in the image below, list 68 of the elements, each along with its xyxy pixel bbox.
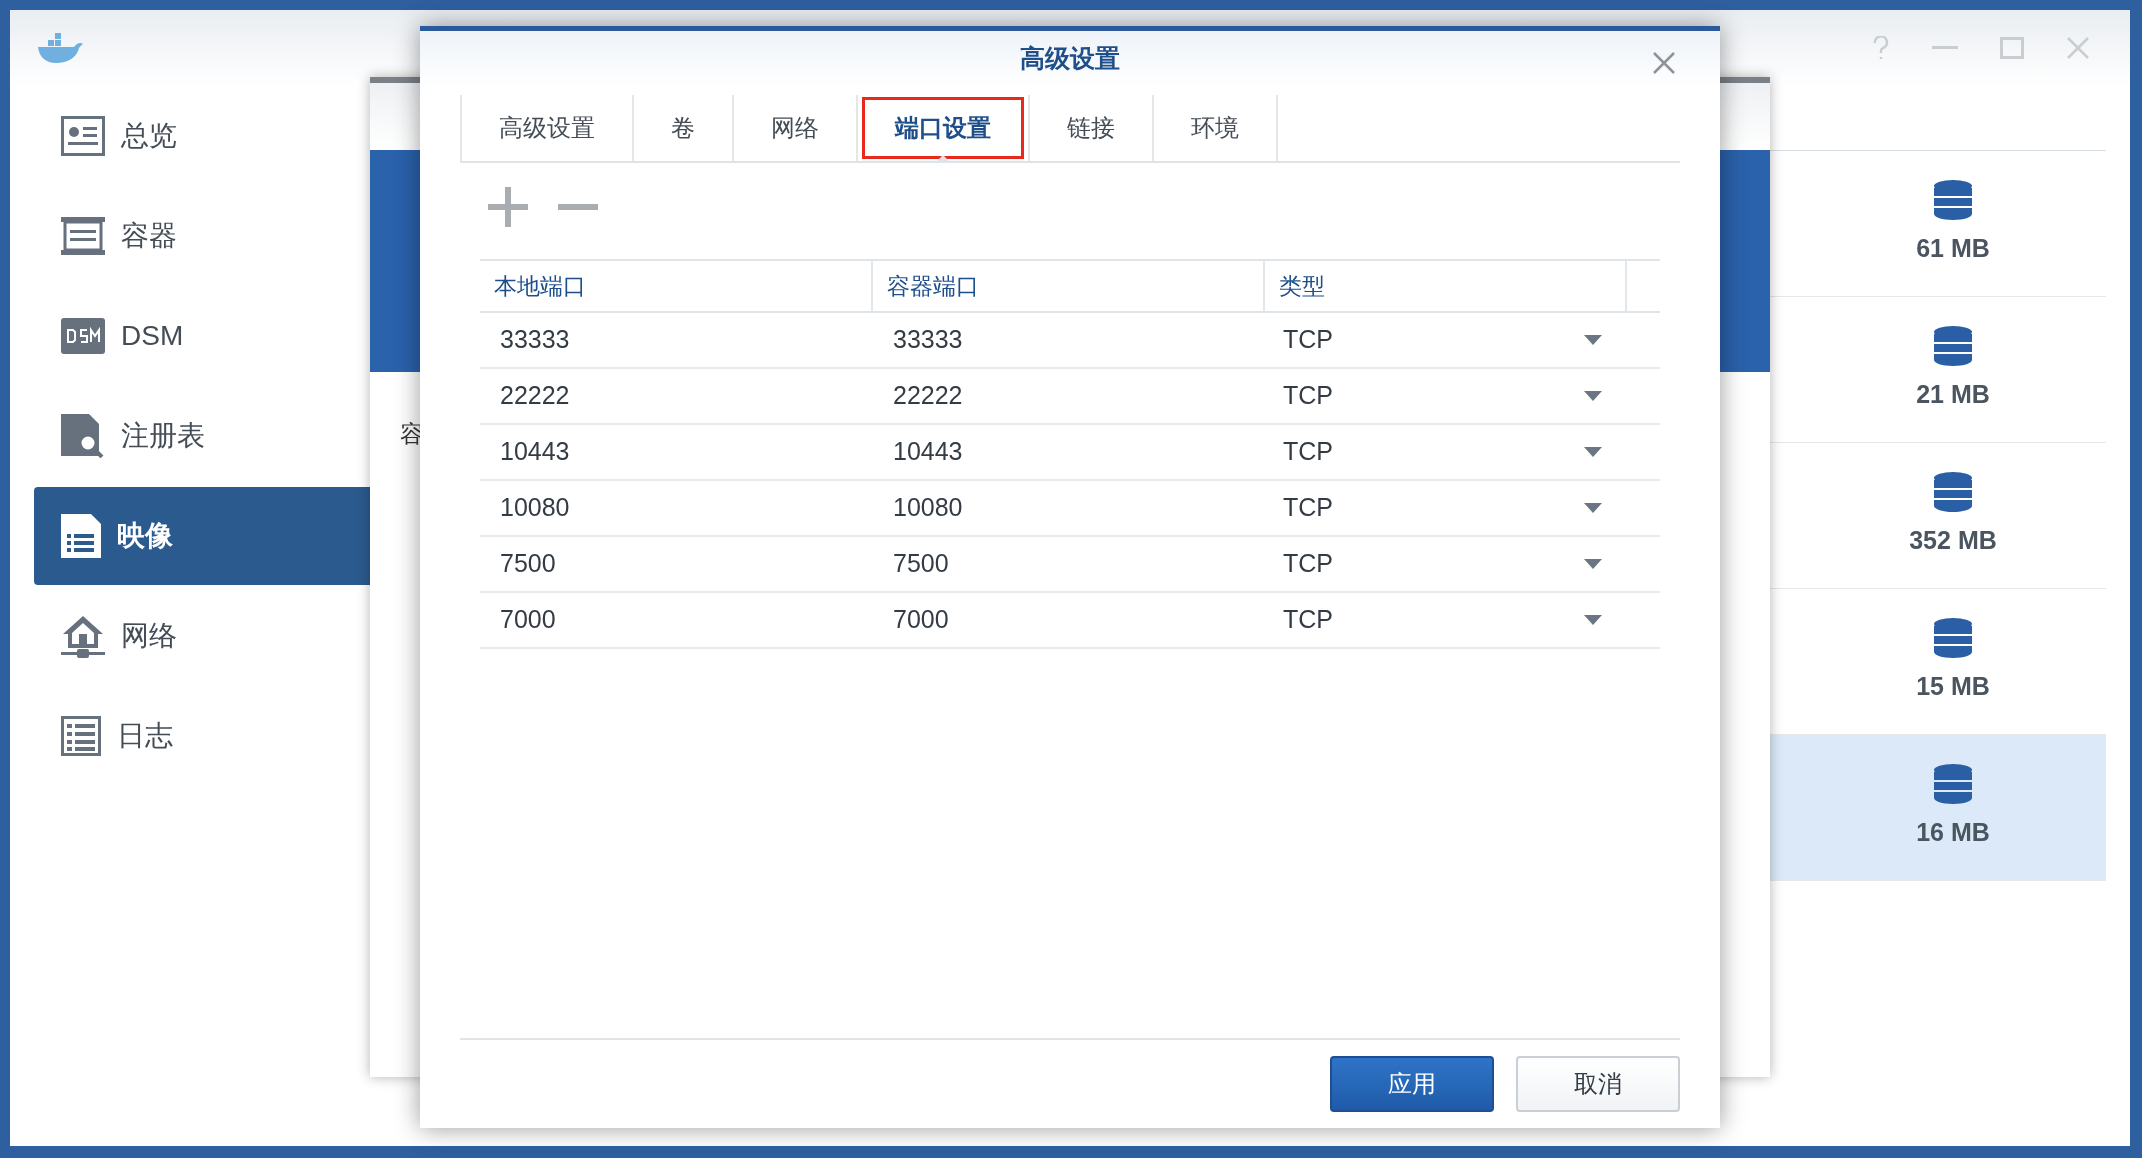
caret-icon — [1584, 559, 1602, 569]
table-cell-text: 10080 — [893, 492, 963, 524]
table-cell-text: 7500 — [893, 548, 949, 580]
database-icon — [1934, 325, 1972, 366]
caret-icon — [1584, 615, 1602, 625]
dialog-button[interactable]: 取消 — [1516, 1056, 1680, 1112]
table-cell-text: 33333 — [500, 324, 570, 356]
column-header: 本地端口 — [494, 271, 586, 301]
table-cell-text: 10443 — [500, 436, 570, 468]
sidebar-item[interactable]: DSM — [34, 287, 370, 385]
sidebar-item[interactable]: 网络 — [34, 587, 370, 685]
type-dropdown[interactable]: TCP — [1265, 593, 1660, 647]
table-cell-text: 22222 — [893, 380, 963, 412]
table-cell-text: 33333 — [893, 324, 963, 356]
maximize-icon[interactable] — [2000, 37, 2024, 59]
document-list-icon — [61, 514, 101, 558]
database-icon — [1934, 617, 1972, 658]
database-icon — [1934, 471, 1972, 512]
dialog-title: 高级设置 — [1020, 43, 1120, 75]
table-cell-text: 7500 — [500, 548, 556, 580]
tab[interactable]: 环境 — [1158, 97, 1272, 159]
document-search-icon — [61, 414, 105, 458]
table-cell-text: 10443 — [893, 436, 963, 468]
column-header: 容器端口 — [887, 271, 979, 301]
type-dropdown[interactable]: TCP — [1265, 313, 1660, 367]
sidebar-item[interactable]: 映像 — [34, 487, 370, 585]
type-dropdown[interactable]: TCP — [1265, 537, 1660, 591]
table-cell-text: 22222 — [500, 380, 570, 412]
close-icon[interactable] — [2066, 36, 2090, 60]
type-dropdown[interactable]: TCP — [1265, 425, 1660, 479]
caret-icon — [1584, 447, 1602, 457]
tab[interactable]: 网络 — [738, 97, 852, 159]
image-size: 21 MB — [1916, 378, 1990, 410]
table-cell-text: 7000 — [893, 604, 949, 636]
table-cell-text: 7000 — [500, 604, 556, 636]
database-icon — [1934, 179, 1972, 220]
type-dropdown[interactable]: TCP — [1265, 369, 1660, 423]
whale-logo-icon — [36, 31, 84, 65]
caret-icon — [1584, 391, 1602, 401]
table-cell-text: 10080 — [500, 492, 570, 524]
sidebar-item[interactable]: 日志 — [34, 687, 370, 785]
list-box-icon — [61, 217, 105, 255]
tab[interactable]: 卷 — [638, 97, 728, 159]
sidebar-item[interactable]: 注册表 — [34, 387, 370, 485]
caret-icon — [1584, 335, 1602, 345]
image-row[interactable]: 16 MB — [1770, 735, 2106, 881]
sidebar-item[interactable]: 容器 — [34, 187, 370, 285]
dsm-icon — [61, 318, 105, 354]
image-size: 352 MB — [1909, 524, 1997, 556]
image-size: 15 MB — [1916, 670, 1990, 702]
database-icon — [1934, 763, 1972, 804]
tab[interactable]: 高级设置 — [466, 97, 628, 159]
image-size: 16 MB — [1916, 816, 1990, 848]
sidebar-item[interactable]: 总览 — [34, 87, 370, 185]
column-header: 类型 — [1279, 271, 1325, 301]
minimize-icon[interactable] — [1932, 46, 1958, 50]
image-size: 61 MB — [1916, 232, 1990, 264]
caret-icon — [1584, 503, 1602, 513]
add-icon[interactable] — [486, 185, 530, 229]
house-network-icon — [61, 614, 105, 658]
tab[interactable]: 链接 — [1034, 97, 1148, 159]
dialog-button[interactable]: 应用 — [1330, 1056, 1494, 1112]
tab[interactable]: 端口设置 — [862, 97, 1024, 159]
help-icon[interactable] — [1872, 36, 1890, 60]
type-dropdown[interactable]: TCP — [1265, 481, 1660, 535]
close-icon[interactable] — [1652, 51, 1676, 75]
list-icon — [61, 716, 101, 756]
id-card-icon — [61, 116, 105, 156]
